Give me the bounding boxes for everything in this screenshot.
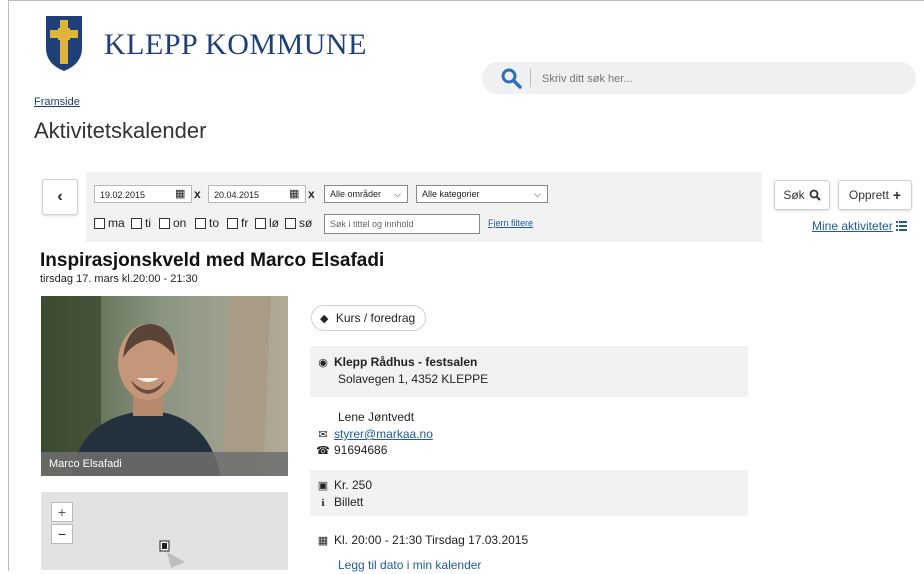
map-zoom-in-button[interactable]: + (51, 502, 73, 522)
day-label: ti (145, 216, 151, 230)
search-divider (530, 69, 531, 87)
search-button-label: Søk (783, 188, 805, 202)
area-select-value: Alle områder (330, 189, 382, 199)
photo-caption: Marco Elsafadi (41, 452, 288, 476)
price: Kr. 250 (334, 478, 373, 492)
time-line: ▦ Kl. 20:00 - 21:30 Tirsdag 17.03.2015 (316, 532, 528, 550)
day-checkbox-lo[interactable]: lø (255, 215, 279, 231)
calendar-icon: ▦ (317, 535, 329, 547)
clear-date-from[interactable]: x (194, 185, 201, 203)
date-from-value: 19.02.2015 (100, 190, 146, 200)
page-title: Aktivitetskalender (34, 118, 207, 143)
category-select-value: Alle kategorier (422, 189, 480, 199)
chevron-left-icon: ‹ (57, 188, 63, 205)
checkbox-box[interactable] (227, 217, 238, 229)
event-map[interactable]: + − (41, 492, 288, 570)
contact-phone: 91694686 (334, 443, 388, 457)
site-search-bar[interactable] (482, 62, 916, 94)
day-label: on (173, 216, 187, 230)
chevron-down-icon: ⌵ (394, 189, 401, 199)
klepp-crest-logo[interactable] (44, 14, 84, 72)
event-date-line: tirsdag 17. mars kl.20:00 - 21:30 (40, 273, 198, 285)
search-icon[interactable] (500, 67, 522, 89)
contact-name: Lene Jøntvedt (338, 410, 415, 424)
price-panel (310, 470, 748, 516)
price-line: ▣ Kr. 250 (316, 477, 372, 495)
my-activities-link[interactable]: Mine aktiviteter (812, 219, 907, 233)
search-icon (809, 189, 821, 201)
area-select[interactable]: Alle områder ⌵ (324, 185, 408, 203)
day-label: sø (299, 216, 313, 230)
event-title: Inspirasjonskveld med Marco Elsafadi (40, 250, 385, 271)
site-search-input[interactable] (540, 68, 904, 90)
checkbox-box[interactable] (159, 217, 170, 229)
calendar-icon[interactable]: ▦ (289, 185, 299, 203)
checkbox-box[interactable] (195, 217, 206, 229)
person-photo-image (41, 296, 288, 476)
my-activities-label: Mine aktiviteter (812, 219, 893, 233)
day-label: ma (108, 216, 125, 230)
venue-name: Klepp Rådhus - festsalen (334, 355, 478, 369)
breadcrumb-home-link[interactable]: Framside (34, 96, 80, 108)
ticket: Billett (334, 495, 364, 509)
create-button[interactable]: Opprett + (838, 180, 912, 210)
event-time: Kl. 20:00 - 21:30 Tirsdag 17.03.2015 (334, 533, 529, 547)
brand-name[interactable]: KLEPP KOMMUNE (104, 28, 367, 62)
checkbox-box[interactable] (255, 217, 266, 229)
list-icon (895, 221, 907, 231)
venue-line: ◉ Klepp Rådhus - festsalen (316, 354, 477, 372)
day-label: fr (241, 216, 249, 230)
day-checkbox-ti[interactable]: ti (131, 215, 151, 231)
date-to-field[interactable]: 20.04.2015 ▦ (208, 185, 306, 203)
day-checkbox-fr[interactable]: fr (227, 215, 248, 231)
clear-date-to[interactable]: x (308, 185, 315, 203)
create-button-label: Opprett (848, 188, 889, 202)
info-icon: i (321, 497, 325, 509)
date-to-value: 20.04.2015 (214, 190, 260, 200)
day-checkbox-on[interactable]: on (159, 215, 186, 231)
checkbox-box[interactable] (94, 217, 105, 229)
chevron-down-icon: ⌵ (534, 189, 541, 199)
add-to-calendar-link[interactable]: Legg til dato i min kalender (338, 557, 481, 574)
map-pin-icon: ◉ (318, 357, 328, 369)
event-photo (41, 296, 288, 476)
day-label: to (209, 216, 220, 230)
map-zoom-out-button[interactable]: − (51, 524, 73, 544)
money-icon: ▣ (317, 480, 329, 492)
contact-phone-line: ☎ 91694686 (316, 442, 387, 460)
calendar-icon[interactable]: ▦ (175, 185, 185, 203)
date-from-field[interactable]: 19.02.2015 ▦ (94, 185, 192, 203)
day-checkbox-so[interactable]: sø (285, 215, 312, 231)
checkbox-box[interactable] (131, 217, 142, 229)
day-checkbox-ma[interactable]: ma (94, 215, 125, 231)
contact-email-link[interactable]: styrer@markaa.no (334, 427, 433, 441)
category-tag-label: Kurs / foredrag (335, 311, 416, 325)
day-label: lø (269, 216, 279, 230)
category-select[interactable]: Alle kategorier ⌵ (416, 185, 548, 203)
ticket-line: i Billett (316, 494, 363, 512)
plus-icon: + (892, 187, 902, 203)
previous-period-button[interactable]: ‹ (42, 179, 78, 215)
text-search-input[interactable]: Søk i tittel og innhold (324, 214, 480, 234)
clear-filters-link[interactable]: Fjern filtere (488, 218, 533, 228)
category-tag[interactable]: ◆ Kurs / foredrag (311, 305, 427, 331)
checkbox-box[interactable] (285, 217, 296, 229)
tag-icon: ◆ (320, 313, 329, 325)
venue-address: Solavegen 1, 4352 KLEPPE (338, 372, 489, 386)
map-marker-icon[interactable] (157, 538, 185, 568)
search-button[interactable]: Søk (774, 180, 830, 210)
day-checkbox-to[interactable]: to (195, 215, 219, 231)
phone-icon: ☎ (316, 445, 330, 457)
